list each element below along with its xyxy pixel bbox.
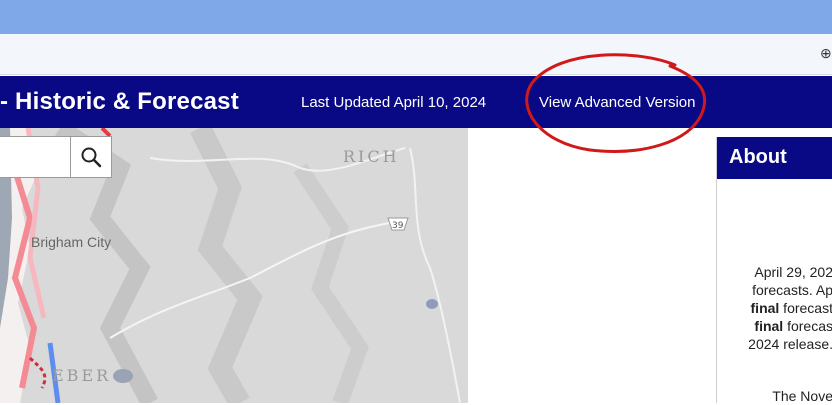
map-label-rich: RICH xyxy=(343,147,400,166)
last-updated-text: Last Updated April 10, 2024 xyxy=(301,94,487,111)
about-text-fragment: forecast xyxy=(779,300,832,316)
browser-title-bar xyxy=(0,0,832,34)
about-text-line: final forecast xyxy=(751,299,832,317)
view-advanced-link[interactable]: View Advanced Version xyxy=(539,94,696,111)
about-text-line: 2024 release. xyxy=(748,336,832,352)
highway-shield-label: 39 xyxy=(392,221,404,231)
about-text-line: final forecas xyxy=(754,317,832,335)
extension-icon[interactable]: ⊕ xyxy=(820,45,832,61)
search-button[interactable] xyxy=(70,136,112,178)
browser-address-bar[interactable]: ⊕ xyxy=(0,34,832,75)
about-bold-word: final xyxy=(750,300,780,316)
about-header: About xyxy=(717,137,832,179)
map-search-input[interactable] xyxy=(0,136,71,178)
about-bold-word: final xyxy=(754,318,784,334)
about-text-line: The Nove xyxy=(772,388,832,404)
page-title: - Historic & Forecast xyxy=(0,88,239,115)
map-label-weber: EBER xyxy=(52,366,112,385)
about-text-line: April 29, 202 xyxy=(754,264,832,280)
search-icon xyxy=(81,147,102,168)
map-label-brigham-city: Brigham City xyxy=(31,234,112,250)
about-text-line: forecasts. Ap xyxy=(752,282,832,298)
app-header: - Historic & Forecast Last Updated April… xyxy=(0,76,832,128)
about-text-fragment: forecas xyxy=(783,318,832,334)
about-title: About xyxy=(729,146,787,168)
about-panel: About April 29, 202 forecasts. Ap final … xyxy=(716,137,832,404)
